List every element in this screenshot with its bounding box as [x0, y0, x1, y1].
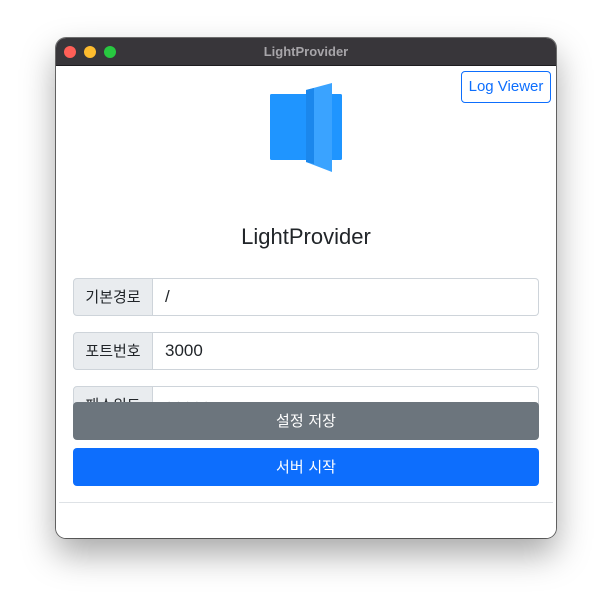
- desktop-background: LightProvider Log Viewer LightProvider 기…: [0, 0, 612, 612]
- save-settings-button[interactable]: 설정 저장: [73, 402, 539, 440]
- base-path-group: 기본경로: [73, 278, 539, 316]
- window-title: LightProvider: [263, 44, 349, 59]
- main-content: Log Viewer LightProvider 기본경로 포트번호 패스워드: [56, 66, 556, 538]
- base-path-input[interactable]: [153, 278, 539, 316]
- port-group: 포트번호: [73, 332, 539, 370]
- footer-divider: [59, 502, 553, 503]
- app-name-heading: LightProvider: [241, 224, 371, 249]
- start-server-button[interactable]: 서버 시작: [73, 448, 539, 486]
- app-window: LightProvider Log Viewer LightProvider 기…: [56, 38, 556, 538]
- open-book-icon: [270, 83, 342, 172]
- title-bar[interactable]: LightProvider: [56, 38, 556, 66]
- port-input[interactable]: [153, 332, 539, 370]
- log-viewer-button[interactable]: Log Viewer: [461, 71, 551, 103]
- base-path-label: 기본경로: [73, 278, 153, 316]
- port-label: 포트번호: [73, 332, 153, 370]
